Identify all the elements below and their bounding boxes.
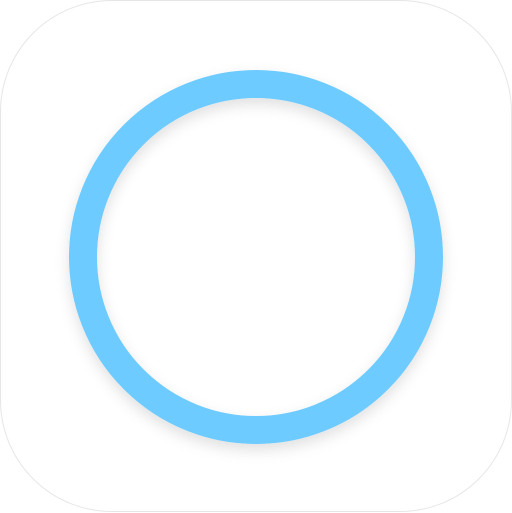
ring-stroke (69, 70, 443, 444)
app-icon[interactable] (0, 0, 512, 512)
ring-icon (69, 70, 443, 444)
